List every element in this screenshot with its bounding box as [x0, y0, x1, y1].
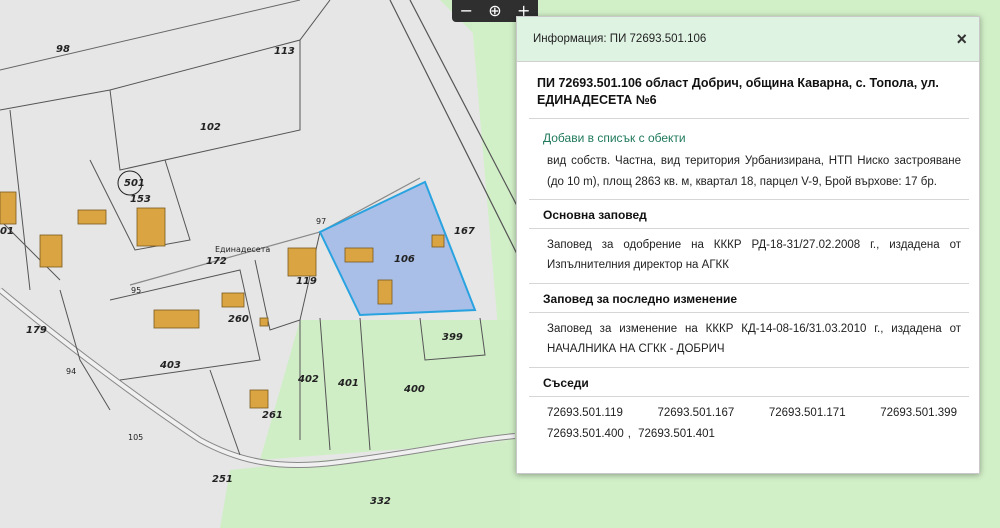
parcel-402: 402: [297, 374, 319, 385]
panel-header: Информация: ПИ 72693.501.106 ×: [517, 17, 979, 62]
parcel-179: 179: [26, 325, 47, 336]
section-text-last-change: Заповед за изменение на КККР КД-14-08-16…: [529, 313, 969, 368]
neighbor-item: 72693.501.401: [638, 428, 715, 440]
neighbor-item: 72693.501.167: [657, 407, 735, 419]
parcel-401: 401: [337, 378, 359, 389]
zoom-icon[interactable]: ⊕: [488, 1, 501, 21]
parcel-403: 403: [159, 360, 181, 371]
section-heading-last-change: Заповед за последно изменение: [529, 284, 969, 313]
parcel-113: 113: [274, 46, 295, 57]
parcel-102: 102: [200, 122, 221, 133]
neighbor-item: 72693.501.171: [768, 407, 846, 419]
point-105: 105: [128, 433, 143, 442]
parcel-260: 260: [228, 314, 249, 325]
parcel-261: 261: [262, 410, 283, 421]
add-to-list-link[interactable]: Добави в списък с обекти: [529, 119, 969, 151]
parcel-98: 98: [56, 44, 70, 55]
section-heading-main-order: Основна заповед: [529, 200, 969, 229]
parcel-title: ПИ 72693.501.106 област Добрич, община К…: [529, 62, 969, 119]
zoom-out-button[interactable]: −: [460, 1, 473, 21]
section-heading-neighbors: Съседи: [529, 368, 969, 397]
parcel-251: 251: [212, 474, 233, 485]
neighbor-item: 72693.501.400: [547, 428, 624, 440]
parcel-172: 172: [206, 256, 227, 267]
section-text-main-order: Заповед за одобрение на КККР РД-18-31/27…: [529, 229, 969, 284]
point-97: 97: [316, 217, 326, 226]
parcel-01: 01: [0, 226, 14, 237]
point-95: 95: [131, 286, 141, 295]
parcel-332: 332: [370, 496, 391, 507]
street-name: Единадесета: [215, 245, 270, 254]
panel-header-title: Информация: ПИ 72693.501.106: [533, 33, 707, 45]
neighbor-item: 72693.501.399: [880, 407, 957, 419]
parcel-400: 400: [403, 384, 425, 395]
parcel-153: 153: [130, 194, 151, 205]
parcel-399: 399: [442, 332, 463, 343]
parcel-description: вид собств. Частна, вид територия Урбани…: [529, 151, 969, 200]
point-94: 94: [66, 367, 76, 376]
close-icon[interactable]: ×: [956, 29, 967, 50]
neighbors-list: 72693.501.119 72693.501.167 72693.501.17…: [529, 397, 969, 449]
parcel-167: 167: [454, 226, 475, 237]
parcel-119: 119: [296, 276, 317, 287]
neighbor-item: 72693.501.119: [547, 407, 623, 419]
parcel-106: 106: [394, 254, 415, 265]
info-panel: Информация: ПИ 72693.501.106 × ПИ 72693.…: [516, 16, 980, 474]
